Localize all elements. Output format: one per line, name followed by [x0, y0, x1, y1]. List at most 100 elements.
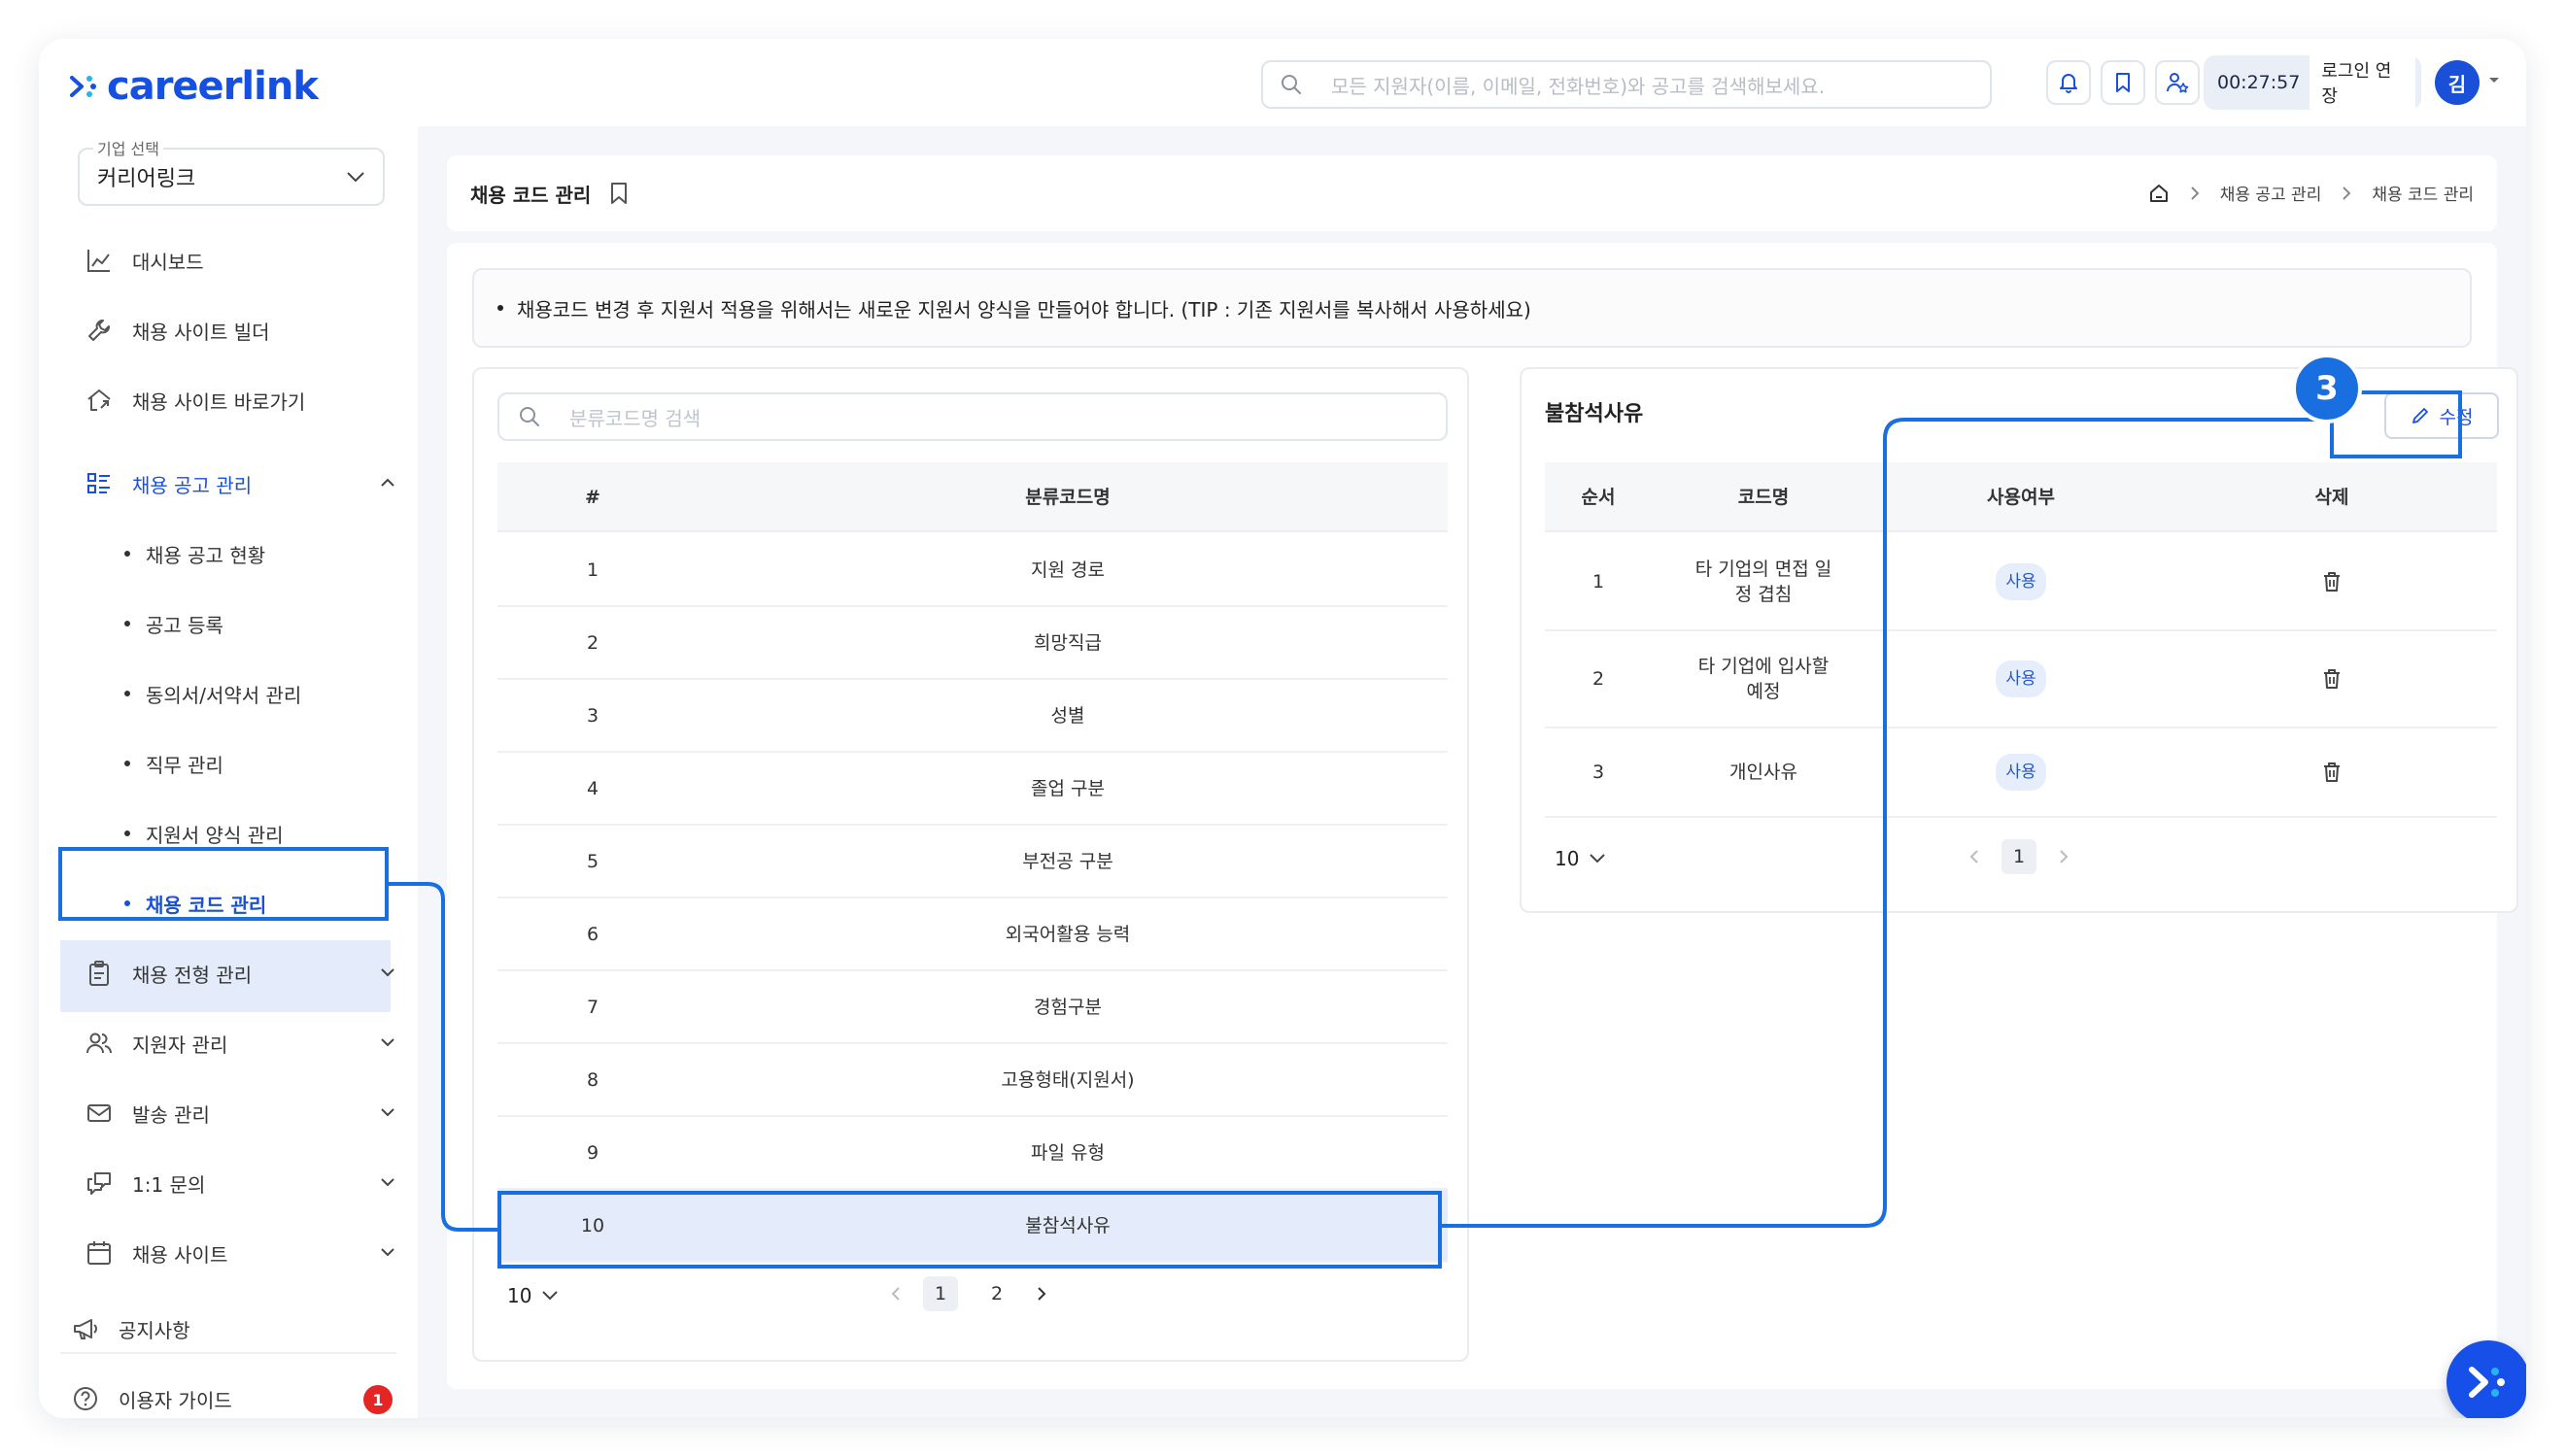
extend-login-button[interactable]: 로그인 연장 [2309, 50, 2415, 116]
user-settings-button[interactable] [2155, 60, 2200, 105]
table-row[interactable]: 6 외국어활용 능력 [497, 898, 1448, 971]
chevron-up-icon[interactable] [379, 474, 396, 491]
trash-icon[interactable] [2321, 667, 2343, 691]
page-button[interactable]: 1 [923, 1276, 958, 1311]
search-icon [1282, 75, 1301, 94]
user-star-icon [2166, 73, 2189, 93]
sidebar-subitem-label: 채용 공고 현황 [146, 543, 266, 567]
row-order: 3 [1591, 762, 1605, 783]
row-use-status: 사용 [1875, 728, 2167, 816]
category-search-input[interactable]: 분류코드명 검색 [497, 392, 1448, 441]
sidebar-item-label: 채용 사이트 바로가기 [132, 389, 306, 414]
row-code-name: 타 기업의 면접 일 정 겹침 [1652, 534, 1875, 629]
home-link-icon [87, 389, 111, 411]
table-row[interactable]: 7 경험구분 [497, 971, 1448, 1044]
logo[interactable]: careerlink [68, 64, 319, 109]
trash-icon[interactable] [2321, 761, 2343, 784]
table-row[interactable]: 5 부전공 구분 [497, 826, 1448, 898]
bullet-dot [497, 305, 503, 311]
chat-fab-button[interactable] [2446, 1340, 2526, 1418]
sidebar-item-notice[interactable]: 공지사항 [72, 1309, 383, 1348]
chevron-down-icon [542, 1291, 559, 1301]
calendar-icon [87, 1241, 111, 1265]
use-status-badge[interactable]: 사용 [1996, 563, 2046, 600]
breadcrumb-item[interactable]: 채용 공고 관리 [2220, 181, 2322, 205]
sidebar-item-applicant-mgmt[interactable]: 지원자 관리 [86, 1024, 396, 1063]
bookmark-button[interactable] [2101, 60, 2145, 105]
edit-button-label: 수정 [2439, 406, 2474, 428]
sidebar-item-dashboard[interactable]: 대시보드 [86, 241, 396, 280]
table-row[interactable]: 1 지원 경로 [497, 534, 1448, 607]
table-row[interactable]: 4 졸업 구분 [497, 753, 1448, 826]
chevron-down-icon[interactable] [379, 1103, 396, 1121]
sidebar-subitem-post-register[interactable]: 공고 등록 [124, 604, 223, 643]
table-row[interactable]: 1 타 기업의 면접 일 정 겹침 사용 [1545, 534, 2497, 631]
sidebar-subitem-post-status[interactable]: 채용 공고 현황 [124, 534, 265, 573]
table-row[interactable]: 3 성별 [497, 680, 1448, 753]
sidebar-item-job-post-mgmt[interactable]: 채용 공고 관리 [86, 464, 396, 503]
sidebar-item-dispatch-mgmt[interactable]: 발송 관리 [86, 1094, 396, 1133]
bell-icon [2060, 74, 2077, 93]
table-row[interactable]: 3 개인사유 사용 [1545, 728, 2497, 818]
chevron-down-icon[interactable] [379, 1033, 396, 1051]
bullet-dot [124, 621, 130, 626]
page-button[interactable]: 1 [2001, 839, 2036, 874]
session-timer: 00:27:57 로그인 연장 [2204, 50, 2421, 116]
row-code-name: 경험구분 [1034, 997, 1102, 1018]
table-row[interactable]: 2 희망직급 [497, 607, 1448, 680]
row-number: 9 [586, 1142, 599, 1164]
sidebar-item-label: 채용 공고 관리 [132, 473, 253, 497]
sidebar-item-selection-mgmt[interactable]: 채용 전형 관리 [86, 954, 396, 993]
home-icon[interactable] [2148, 183, 2170, 204]
logo-text: careerlink [107, 64, 319, 109]
sidebar-subitem-form-mgmt[interactable]: 지원서 양식 관리 [124, 814, 284, 853]
bookmark-icon[interactable] [608, 182, 630, 205]
list-icon [87, 473, 110, 493]
sidebar-subitem-label: 동의서/서약서 관리 [146, 683, 302, 707]
sidebar-subitem-job-mgmt[interactable]: 직무 관리 [124, 744, 223, 783]
column-header: 코드명 [1737, 487, 1790, 508]
chevron-left-icon[interactable] [1968, 849, 1980, 864]
page-title: 채용 코드 관리 [470, 183, 592, 207]
sidebar-item-label: 대시보드 [132, 250, 204, 274]
edit-button[interactable]: 수정 [2384, 392, 2499, 439]
page-size-select[interactable]: 10 [1555, 847, 1606, 870]
sidebar-item-inquiry[interactable]: 1:1 문의 [86, 1164, 396, 1202]
table-row[interactable]: 8 고용형태(지원서) [497, 1044, 1448, 1117]
breadcrumb-item[interactable]: 채용 코드 관리 [2372, 181, 2474, 205]
app-frame: careerlink 모든 지원자(이름, 이메일, 전화번호)와 공고를 검색… [39, 39, 2526, 1418]
page-size-value: 10 [1555, 847, 1580, 870]
chevron-right-icon[interactable] [2058, 849, 2070, 864]
sidebar-item-recruit-site[interactable]: 채용 사이트 [86, 1234, 396, 1272]
chevron-left-icon[interactable] [890, 1286, 902, 1302]
row-number: 2 [586, 632, 599, 654]
table-row[interactable]: 2 타 기업에 입사할 예정 사용 [1545, 631, 2497, 728]
row-number: 1 [586, 559, 599, 581]
global-search-input[interactable]: 모든 지원자(이름, 이메일, 전화번호)와 공고를 검색해보세요. [1261, 60, 1992, 109]
sidebar-subitem-code-mgmt[interactable]: 채용 코드 관리 [124, 884, 266, 923]
sidebar-item-label: 이용자 가이드 [119, 1388, 232, 1412]
sidebar-item-guide[interactable]: 이용자 가이드 [72, 1379, 383, 1418]
page-button[interactable]: 2 [979, 1276, 1014, 1311]
logo-mark-icon [2469, 1367, 2505, 1398]
sidebar-item-site-builder[interactable]: 채용 사이트 빌더 [86, 311, 396, 350]
trash-icon[interactable] [2321, 570, 2343, 593]
bookmark-icon [2116, 73, 2130, 92]
chevron-down-icon[interactable] [379, 964, 396, 981]
sidebar-subitem-consent-mgmt[interactable]: 동의서/서약서 관리 [124, 674, 301, 713]
table-row[interactable]: 9 파일 유형 [497, 1117, 1448, 1190]
notification-button[interactable] [2046, 60, 2091, 105]
avatar[interactable]: 김 [2435, 60, 2480, 105]
chevron-down-icon[interactable] [379, 1173, 396, 1191]
chevron-down-icon [347, 172, 364, 183]
content-card: 채용코드 변경 후 지원서 적용을 위해서는 새로운 지원서 양식을 만들어야 … [447, 243, 2518, 1389]
row-code-name: 지원 경로 [1031, 559, 1105, 581]
chevron-right-icon[interactable] [1036, 1286, 1047, 1302]
caret-down-icon[interactable] [2487, 76, 2501, 85]
use-status-badge[interactable]: 사용 [1996, 754, 2046, 791]
table-row-selected[interactable]: 10 불참석사유 [497, 1190, 1448, 1263]
page-size-select[interactable]: 10 [507, 1284, 559, 1307]
use-status-badge[interactable]: 사용 [1996, 660, 2046, 697]
sidebar-item-site-shortcut[interactable]: 채용 사이트 바로가기 [86, 381, 396, 420]
chevron-down-icon[interactable] [379, 1243, 396, 1261]
